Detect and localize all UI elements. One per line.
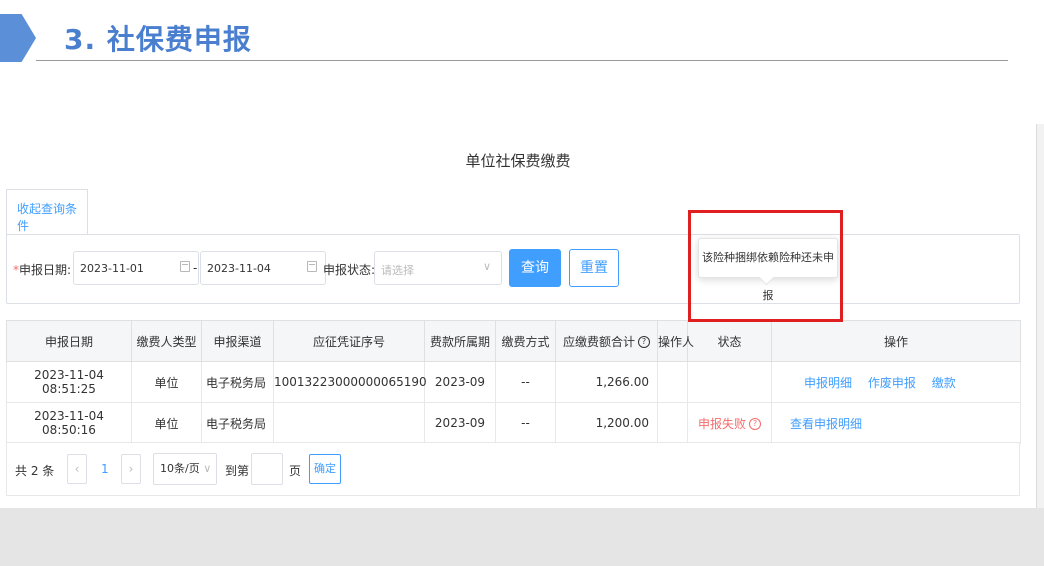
date-label: *申报日期: [13,263,72,277]
cell-operator [657,361,688,403]
table-row: 2023-11-04 08:50:16 单位 电子税务局 2023-09 -- … [6,402,1021,444]
page-size-select[interactable]: 10条/页 ∨ [153,453,217,485]
prev-page-button[interactable]: ‹ [67,454,87,484]
section-header: 3. 社保费申报 [0,0,1044,120]
chevron-marker-icon [0,14,36,62]
cell-period: 2023-09 [424,402,496,444]
cell-amount: 1,200.00 [555,402,658,444]
cell-voucher: 10013223000000065190 [273,361,427,403]
cell-status [687,361,772,403]
goto-page-input[interactable] [251,453,283,485]
query-button[interactable]: 查询 [509,249,561,287]
chevron-down-icon: ∨ [482,260,491,273]
col-header: 状态 [687,320,772,362]
cell-operator [657,402,688,444]
scroll-edge [1036,124,1044,508]
date-separator: - [193,261,198,275]
section-title: 3. 社保费申报 [64,23,252,56]
cell-channel: 电子税务局 [201,361,274,403]
cell-date: 2023-11-04 08:50:16 [6,402,132,444]
cell-date: 2023-11-04 08:51:25 [6,361,132,403]
status-select[interactable]: 请选择 ∨ [374,251,502,285]
declaration-detail-link[interactable]: 申报明细 [804,376,852,390]
tab-collapse-query[interactable]: 收起查询条件 [6,189,88,235]
next-page-button[interactable]: › [121,454,141,484]
cell-status: 申报失败? [687,402,772,444]
pagination: 共 2 条 ‹ 1 › 10条/页 ∨ 到第 页 确定 [6,442,1020,496]
col-header: 缴费人类型 [131,320,202,362]
cell-voucher [273,402,425,444]
void-declaration-link[interactable]: 作废申报 [868,376,916,390]
pay-link[interactable]: 缴款 [932,376,956,390]
help-icon[interactable]: ? [638,336,650,348]
content-card: 单位社保费缴费 收起查询条件 *申报日期: 2023-11-01 - 2023-… [0,124,1036,508]
cell-payer-type: 单位 [131,361,202,403]
pager-total: 共 2 条 [15,464,55,478]
divider [36,60,1008,61]
col-header: 费款所属期 [424,320,496,362]
status-failed: 申报失败 [697,416,746,431]
reset-button[interactable]: 重置 [569,249,619,287]
filter-panel: *申报日期: 2023-11-01 - 2023-11-04 申报状态: 请选择… [6,234,1020,304]
table-row: 2023-11-04 08:51:25 单位 电子税务局 10013223000… [6,361,1021,403]
page-title: 单位社保费缴费 [465,152,571,170]
status-label: 申报状态: [323,263,376,277]
cell-method: -- [495,361,556,403]
cell-method: -- [495,402,556,444]
table-header-row: 申报日期 缴费人类型 申报渠道 应征凭证序号 费款所属期 缴费方式 应缴费额合计… [6,320,1021,362]
date-to-input[interactable]: 2023-11-04 [200,251,326,285]
col-header: 申报日期 [6,320,132,362]
date-from-value: 2023-11-01 [80,262,144,275]
date-to-value: 2023-11-04 [207,262,271,275]
chevron-down-icon: ∨ [203,462,212,475]
cell-period: 2023-09 [424,361,496,403]
date-from-input[interactable]: 2023-11-01 [73,251,199,285]
status-tooltip: 该险种捆绑依赖险种还未申报 [698,238,838,302]
goto-label: 到第 [225,464,250,478]
status-placeholder: 请选择 [381,264,414,277]
cell-actions: 申报明细 作废申报 缴款 [771,361,1021,403]
col-header: 应征凭证序号 [273,320,425,362]
view-declaration-detail-link[interactable]: 查看申报明细 [790,417,862,431]
col-header: 缴费方式 [495,320,556,362]
cell-payer-type: 单位 [131,402,202,444]
col-header-amount: 应缴费额合计? [555,320,658,362]
col-header: 申报渠道 [201,320,274,362]
calendar-icon[interactable] [307,261,317,272]
help-icon[interactable]: ? [749,418,761,430]
confirm-button[interactable]: 确定 [309,454,341,484]
calendar-icon[interactable] [180,261,190,272]
cell-amount: 1,266.00 [555,361,658,403]
pager-current[interactable]: 1 [101,462,109,476]
cell-channel: 电子税务局 [201,402,274,444]
tab-label: 收起查询条件 [17,202,78,233]
cell-actions: 查看申报明细 [771,402,1021,444]
page-unit-label: 页 [289,464,302,478]
footer-area [0,508,1044,566]
col-header: 操作 [771,320,1021,362]
col-header: 操作人 [657,320,694,362]
declaration-table: 申报日期 缴费人类型 申报渠道 应征凭证序号 费款所属期 缴费方式 应缴费额合计… [6,320,1021,444]
